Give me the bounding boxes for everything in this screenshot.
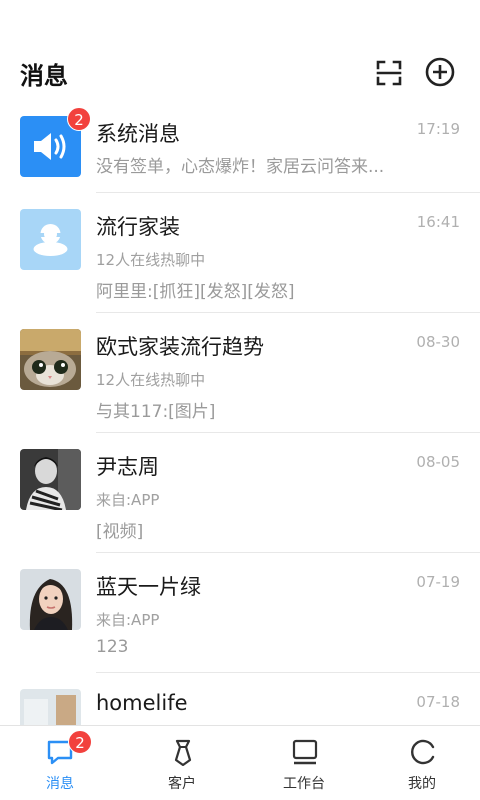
- tab-profile[interactable]: 我的: [362, 726, 480, 800]
- conversation-time: 07-18: [416, 693, 460, 711]
- conversation-name: 欧式家装流行趋势: [96, 335, 264, 359]
- conversation-preview: 阿里里:[抓狂][发怒][发怒]: [96, 282, 295, 302]
- conversation-subtitle: 12人在线热聊中: [96, 251, 206, 269]
- list-item[interactable]: 蓝天一片绿 07-19 来自:APP 123: [0, 553, 480, 673]
- conversation-subtitle: 12人在线热聊中: [96, 371, 206, 389]
- list-item[interactable]: 流行家装 16:41 12人在线热聊中 阿里里:[抓狂][发怒][发怒]: [0, 193, 480, 313]
- scan-icon[interactable]: [374, 58, 404, 88]
- room-photo: [20, 689, 81, 725]
- profile-ring-icon: [411, 739, 435, 765]
- conversation-time: 17:19: [416, 120, 460, 138]
- tab-customers[interactable]: 客户: [122, 726, 242, 800]
- conversation-subtitle: 来自:APP: [96, 491, 160, 509]
- list-item[interactable]: homelife 07-18: [0, 673, 480, 725]
- tab-workbench[interactable]: 工作台: [244, 726, 364, 800]
- conversation-preview: [视频]: [96, 522, 144, 542]
- list-item[interactable]: 欧式家装流行趋势 08-30 12人在线热聊中 与其117:[图片]: [0, 313, 480, 433]
- conversation-preview: 没有签单，心态爆炸！家居云问答来...: [96, 157, 385, 177]
- monitor-icon: [292, 739, 318, 765]
- conversation-name: 流行家装: [96, 215, 180, 239]
- conversation-name: 系统消息: [96, 122, 180, 146]
- person-photo: [20, 569, 81, 630]
- conversation-time: 08-30: [416, 333, 460, 351]
- conversation-preview: 123: [96, 637, 129, 657]
- group-icon: [20, 209, 81, 270]
- unread-badge: 2: [67, 107, 91, 131]
- tab-label: 消息: [46, 776, 74, 792]
- conversation-preview: 与其117:[图片]: [96, 402, 216, 422]
- cat-photo: [20, 329, 81, 390]
- conversation-time: 08-05: [416, 453, 460, 471]
- tab-badge: 2: [68, 730, 92, 754]
- page-title: 消息: [20, 62, 68, 90]
- conversation-list[interactable]: 2 系统消息 17:19 没有签单，心态爆炸！家居云问答来... 流行家装 16…: [0, 100, 480, 725]
- conversation-name: 蓝天一片绿: [96, 575, 201, 599]
- person-photo-bw: [20, 449, 81, 510]
- tab-label: 工作台: [283, 776, 325, 792]
- conversation-time: 07-19: [416, 573, 460, 591]
- tab-bar: 2 消息 客户 工作台 我的: [0, 725, 480, 800]
- tab-label: 我的: [408, 776, 436, 792]
- tab-label: 客户: [168, 776, 196, 792]
- tie-icon: [174, 739, 192, 766]
- conversation-time: 16:41: [416, 213, 460, 231]
- tab-messages[interactable]: 2 消息: [0, 726, 120, 800]
- list-item[interactable]: 2 系统消息 17:19 没有签单，心态爆炸！家居云问答来...: [0, 100, 480, 193]
- conversation-subtitle: 来自:APP: [96, 611, 160, 629]
- conversation-name: 尹志周: [96, 455, 159, 479]
- plus-circle-icon[interactable]: [424, 56, 456, 88]
- conversation-name: homelife: [96, 691, 188, 715]
- list-item[interactable]: 尹志周 08-05 来自:APP [视频]: [0, 433, 480, 553]
- header: 消息: [0, 0, 480, 110]
